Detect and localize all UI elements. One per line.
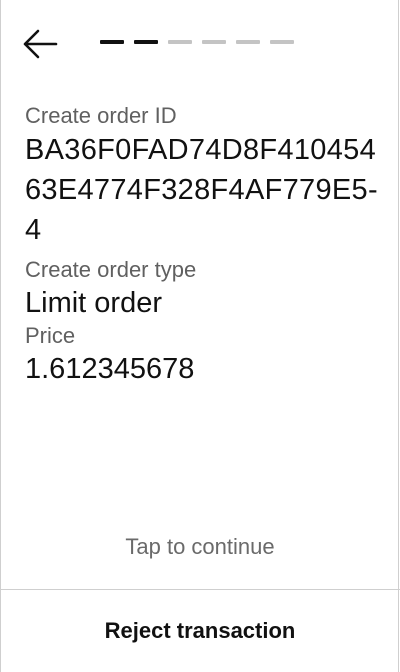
order-id-value: BA36F0FAD74D8F41045463E4774F328F4AF779E5… xyxy=(25,134,378,246)
header xyxy=(0,0,400,90)
progress-step-pending xyxy=(270,40,294,44)
tap-to-continue[interactable]: Tap to continue xyxy=(0,534,400,560)
order-id-field: Create order ID BA36F0FAD74D8F41045463E4… xyxy=(25,102,385,250)
arrow-left-icon[interactable] xyxy=(22,28,58,60)
price-label: Price xyxy=(25,323,76,348)
price-field: Price 1.612345678 xyxy=(25,322,385,388)
step-progress-indicator xyxy=(100,40,300,44)
order-type-label: Create order type xyxy=(25,257,197,282)
reject-transaction-button[interactable]: Reject transaction xyxy=(0,590,400,672)
progress-step-complete xyxy=(134,40,158,44)
progress-step-pending xyxy=(236,40,260,44)
order-type-value: Limit order xyxy=(25,287,162,319)
progress-step-pending xyxy=(168,40,192,44)
progress-step-complete xyxy=(100,40,124,44)
transaction-details: Create order ID BA36F0FAD74D8F41045463E4… xyxy=(25,102,385,388)
price-value: 1.612345678 xyxy=(25,353,195,385)
order-id-label: Create order ID xyxy=(25,103,177,128)
order-type-field: Create order type Limit order xyxy=(25,256,385,322)
progress-step-pending xyxy=(202,40,226,44)
